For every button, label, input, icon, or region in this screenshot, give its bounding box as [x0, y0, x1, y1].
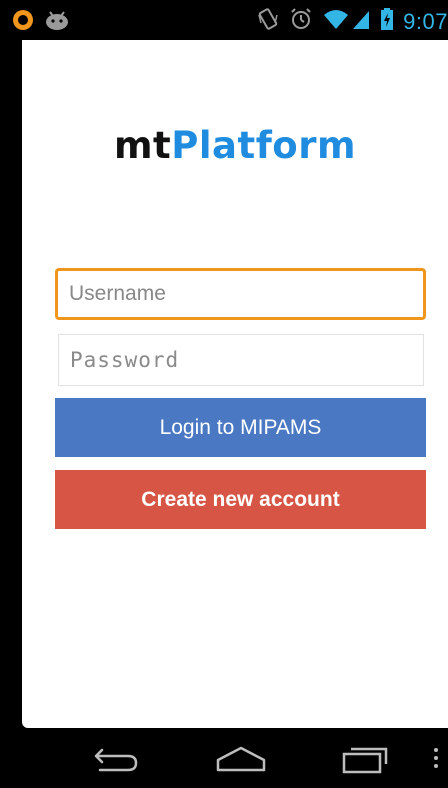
create-account-button[interactable]: Create new account — [55, 470, 426, 529]
android-debug-icon — [44, 10, 70, 35]
login-screen: mtPlatform Username Password Login to MI… — [22, 40, 448, 728]
username-input[interactable]: Username — [55, 268, 426, 320]
app-logo: mtPlatform — [22, 124, 448, 167]
menu-icon[interactable] — [426, 742, 446, 776]
status-bar: 9:07 — [0, 0, 448, 40]
status-right: 9:07 — [257, 7, 448, 36]
back-icon[interactable] — [88, 742, 148, 776]
login-button[interactable]: Login to MIPAMS — [55, 398, 426, 457]
alarm-icon — [289, 7, 313, 36]
username-placeholder: Username — [69, 282, 166, 305]
logo-suffix: Platform — [171, 124, 357, 167]
status-left — [12, 9, 70, 36]
vibrate-icon — [257, 7, 279, 36]
home-icon[interactable] — [211, 742, 271, 776]
signal-icon — [351, 8, 371, 35]
login-button-label: Login to MIPAMS — [159, 415, 322, 439]
password-placeholder: Password — [70, 348, 180, 372]
phone-frame: 9:07 mtPlatform Username Password Login … — [0, 0, 448, 788]
status-time: 9:07 — [403, 8, 448, 34]
recents-icon[interactable] — [338, 742, 398, 776]
battery-charging-icon — [381, 8, 394, 35]
notification-app-icon — [12, 9, 34, 36]
logo-prefix: mt — [113, 124, 172, 167]
password-input[interactable]: Password — [58, 334, 424, 386]
wifi-icon — [323, 8, 349, 35]
create-account-button-label: Create new account — [141, 487, 340, 511]
nav-bar — [0, 728, 448, 788]
